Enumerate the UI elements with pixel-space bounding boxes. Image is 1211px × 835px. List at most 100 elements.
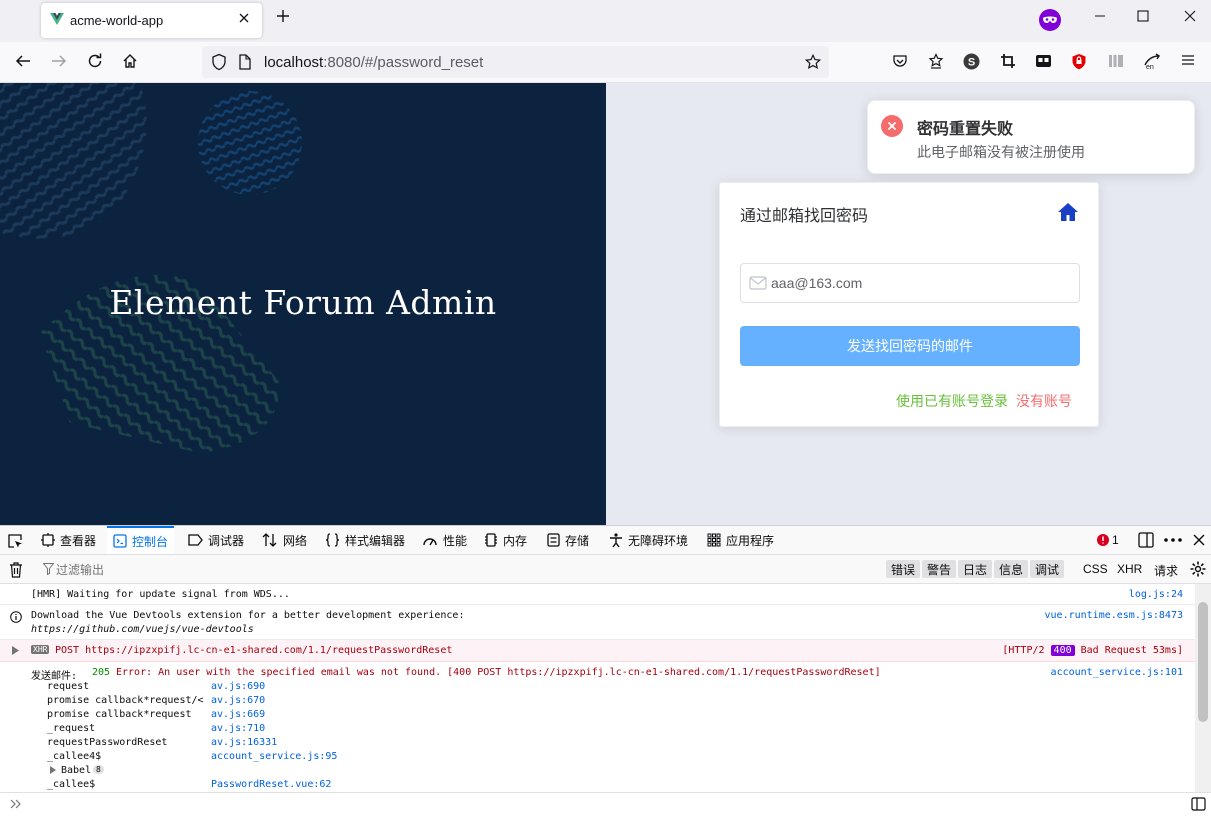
tab-performance[interactable]: 性能 [422, 526, 467, 554]
tab-storage[interactable]: 存储 [547, 526, 589, 554]
browser-tab[interactable]: acme-world-app [41, 3, 262, 38]
tab-inspector[interactable]: 查看器 [41, 526, 96, 554]
trace-group-label[interactable]: Babel [61, 765, 91, 776]
tab-debugger[interactable]: 调试器 [188, 526, 244, 554]
back-icon[interactable] [15, 53, 31, 69]
level-debug[interactable]: 调试 [1030, 560, 1065, 578]
error-icon [1097, 534, 1109, 546]
level-errors[interactable]: 错误 [886, 560, 921, 578]
bookmarks-toolbar-icon[interactable] [928, 53, 944, 69]
home-icon[interactable] [1057, 202, 1079, 222]
filter-css[interactable]: CSS [1083, 562, 1108, 576]
level-logs[interactable]: 日志 [958, 560, 993, 578]
message-label: 发送邮件: [31, 671, 78, 682]
page-info-icon[interactable] [238, 54, 252, 70]
hero-panel: Element Forum Admin [0, 83, 606, 525]
trace-location[interactable]: av.js:16331 [211, 737, 277, 748]
element-picker-icon[interactable] [7, 533, 23, 549]
email-field[interactable] [740, 263, 1080, 303]
editor-mode-icon[interactable] [1191, 797, 1206, 811]
password-reset-card: 通过邮箱找回密码 发送找回密码的邮件 使用已有账号登录 没有账号 [719, 182, 1099, 427]
ublock-icon[interactable] [1071, 53, 1087, 70]
container-extension-icon[interactable] [1035, 53, 1052, 69]
tab-title: acme-world-app [70, 13, 164, 28]
network-error-message[interactable]: XHR POST https://ipzxpifj.lc-cn-e1-share… [0, 640, 1195, 662]
message-source-link[interactable]: vue.runtime.esm.js:8473 [1045, 610, 1183, 621]
filter-xhr[interactable]: XHR [1117, 562, 1142, 576]
message-source-link[interactable]: account_service.js:101 [1051, 667, 1183, 678]
error-count: 1 [1112, 533, 1119, 547]
translate-extension-icon[interactable]: en [1143, 53, 1161, 70]
tab-network[interactable]: 网络 [262, 526, 307, 554]
console-settings-icon[interactable] [1190, 561, 1206, 577]
expand-arrow-icon[interactable] [12, 646, 19, 655]
trace-location[interactable]: av.js:690 [211, 681, 265, 692]
tab-application[interactable]: 应用程序 [707, 526, 774, 554]
console-filter-bar: 过滤输出 错误 警告 日志 信息 调试 CSS XHR 请求 [0, 555, 1211, 584]
scrollbar-thumb[interactable] [1198, 602, 1208, 722]
level-warnings[interactable]: 警告 [922, 560, 957, 578]
extension-s-icon[interactable]: S [963, 53, 980, 70]
tab-console[interactable]: 控制台 [107, 526, 175, 554]
close-window-icon[interactable] [1184, 10, 1196, 22]
browser-tab-strip: acme-world-app [0, 0, 1211, 42]
console-message: Download the Vue Devtools extension for … [0, 605, 1195, 640]
console-input[interactable] [0, 792, 1211, 814]
send-reset-email-button[interactable]: 发送找回密码的邮件 [740, 326, 1080, 366]
message-link[interactable]: https://github.com/vuejs/vue-devtools [31, 624, 254, 635]
close-tab-icon[interactable] [238, 12, 250, 24]
tab-style-editor[interactable]: 样式编辑器 [325, 526, 405, 554]
private-browsing-icon [1039, 9, 1061, 31]
email-input[interactable] [771, 264, 1071, 302]
forward-icon[interactable] [51, 53, 67, 69]
minimize-icon[interactable] [1094, 10, 1106, 22]
pocket-icon[interactable] [892, 53, 908, 69]
expand-arrow-icon[interactable] [50, 766, 56, 774]
close-devtools-icon[interactable] [1193, 534, 1205, 546]
tab-label: 样式编辑器 [345, 533, 406, 548]
trace-location[interactable]: account_service.js:95 [211, 751, 337, 762]
tab-memory[interactable]: 内存 [484, 526, 527, 554]
bookmark-star-icon[interactable] [805, 54, 821, 70]
filter-requests[interactable]: 请求 [1154, 562, 1178, 579]
trace-location[interactable]: av.js:710 [211, 723, 265, 734]
vue-logo-icon [50, 13, 64, 25]
reload-icon[interactable] [87, 53, 103, 69]
tab-label: 性能 [443, 533, 468, 548]
trace-location[interactable]: av.js:670 [211, 695, 265, 706]
no-account-link[interactable]: 没有账号 [1016, 391, 1072, 411]
trace-function: promise callback*request [47, 709, 192, 720]
notification-message: 此电子邮箱没有被注册使用 [917, 144, 1085, 160]
url-bar[interactable]: localhost:8080/#/password_reset [202, 46, 829, 78]
level-info[interactable]: 信息 [994, 560, 1029, 578]
filter-icon [43, 563, 54, 575]
new-tab-icon[interactable] [276, 9, 290, 23]
more-options-icon[interactable] [1164, 538, 1182, 542]
console-scrollbar[interactable] [1195, 584, 1211, 792]
library-icon[interactable] [1108, 53, 1125, 69]
trace-location[interactable]: PasswordReset.vue:62 [211, 779, 331, 790]
trace-function: _callee$ [47, 779, 96, 790]
crop-icon[interactable] [1000, 53, 1016, 69]
home-icon[interactable] [122, 53, 138, 69]
tracking-protection-icon[interactable] [210, 53, 228, 71]
login-existing-account-link[interactable]: 使用已有账号登录 [896, 391, 1008, 411]
trace-function: request [47, 681, 90, 692]
console-message: [HMR] Waiting for update signal from WDS… [0, 584, 1195, 605]
http-status-prefix: [HTTP/2 [1002, 645, 1045, 656]
console-filter-input[interactable]: 过滤输出 [56, 561, 104, 578]
maximize-icon[interactable] [1137, 10, 1149, 22]
message-text: Error: An user with the specified email … [116, 667, 881, 678]
info-icon [10, 611, 22, 623]
clear-console-icon[interactable] [9, 562, 23, 578]
dock-side-icon[interactable] [1138, 532, 1154, 548]
tab-label: 存储 [565, 533, 590, 548]
prompt-chevron-icon [10, 799, 21, 809]
app-menu-icon[interactable] [1181, 53, 1195, 67]
devtools-tab-bar: 查看器 控制台 调试器 网络 样式编辑器 性能 内存 存储 无障碍环境 应用程序… [0, 526, 1211, 555]
message-text: POST https://ipzxpifj.lc-cn-e1-shared.co… [55, 645, 453, 656]
error-count-badge[interactable]: 1 [1097, 533, 1119, 547]
message-source-link[interactable]: log.js:24 [1129, 589, 1183, 600]
tab-accessibility[interactable]: 无障碍环境 [609, 526, 688, 554]
trace-location[interactable]: av.js:669 [211, 709, 265, 720]
